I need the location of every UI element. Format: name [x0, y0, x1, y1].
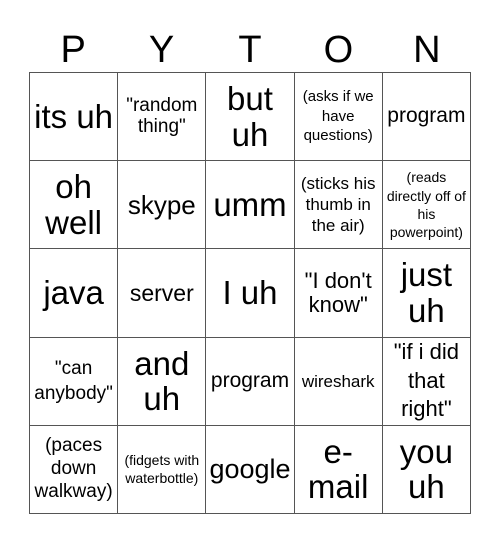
cell-text: "I don't know" [304, 268, 372, 317]
header-letter-y: Y [148, 29, 175, 71]
bingo-cell[interactable]: just uh [382, 249, 471, 338]
cell-text: oh well [45, 168, 103, 241]
cell-text: (asks if we have questions) [302, 88, 374, 145]
cell-text: e-mail [307, 432, 369, 506]
bingo-cell[interactable]: "I don't know" [294, 249, 383, 338]
bingo-cell[interactable]: java [30, 249, 119, 338]
cell-text: server [129, 279, 194, 306]
cell-text: umm [213, 185, 287, 223]
cell-text: "random thing" [126, 95, 198, 137]
cell-text: skype [127, 189, 196, 220]
cell-text: (paces down walkway) [34, 435, 113, 502]
cell-text: "if i did that right" [393, 339, 460, 422]
header-letter-o: O [323, 29, 354, 71]
bingo-cell[interactable]: wireshark [294, 337, 383, 426]
bingo-cell[interactable]: "random thing" [118, 73, 207, 162]
cell-text: and uh [134, 344, 190, 418]
bingo-cell[interactable]: program [382, 73, 471, 162]
cell-text: I uh [222, 274, 278, 312]
bingo-cell[interactable]: (sticks his thumb in the air) [294, 161, 383, 250]
bingo-cell[interactable]: server [118, 249, 207, 338]
bingo-header: P Y T O N [29, 28, 471, 72]
bingo-cell[interactable]: and uh [118, 337, 207, 426]
cell-text: program [210, 368, 290, 392]
bingo-cell[interactable]: you uh [382, 425, 471, 514]
header-letter-t: T [238, 29, 262, 71]
bingo-cell[interactable]: "if i did that right" [382, 337, 471, 426]
bingo-cell[interactable]: but uh [206, 73, 295, 162]
bingo-cell[interactable]: oh well [30, 161, 119, 250]
cell-text: google [209, 453, 291, 484]
bingo-cell[interactable]: skype [118, 161, 207, 250]
bingo-cell[interactable]: "can anybody" [30, 337, 119, 426]
cell-text: you uh [399, 432, 453, 506]
bingo-cell[interactable]: google [206, 425, 295, 514]
cell-text: but uh [227, 79, 273, 153]
cell-text: (sticks his thumb in the air) [300, 173, 376, 236]
cell-text: (reads directly off of his powerpoint) [386, 169, 466, 240]
cell-text: wireshark [301, 371, 375, 391]
bingo-cell[interactable]: e-mail [294, 425, 383, 514]
cell-text: (fidgets with waterbottle) [124, 452, 200, 487]
bingo-cell[interactable]: its uh [30, 73, 119, 162]
header-letter-p: P [60, 29, 86, 71]
bingo-cell[interactable]: (fidgets with waterbottle) [118, 425, 207, 514]
bingo-board: its uh "random thing" but uh (asks if we… [29, 72, 471, 514]
cell-text: "can anybody" [34, 357, 113, 405]
cell-text: its uh [34, 97, 114, 135]
cell-text: program [387, 104, 466, 128]
bingo-cell[interactable]: (paces down walkway) [30, 425, 119, 514]
cell-text: just uh [400, 256, 453, 329]
bingo-cell[interactable]: (reads directly off of his powerpoint) [382, 161, 471, 250]
cell-text: java [43, 274, 104, 312]
bingo-cell[interactable]: I uh [206, 249, 295, 338]
bingo-cell[interactable]: umm [206, 161, 295, 250]
bingo-cell[interactable]: (asks if we have questions) [294, 73, 383, 162]
header-letter-n: N [413, 29, 441, 71]
bingo-cell[interactable]: program [206, 337, 295, 426]
